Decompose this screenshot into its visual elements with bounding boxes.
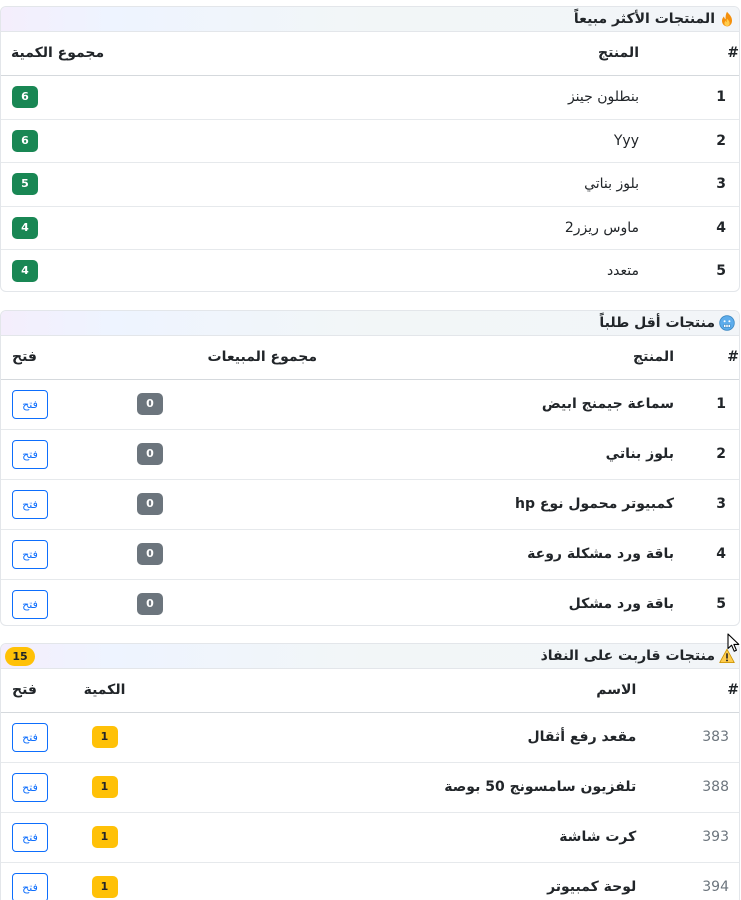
- col-total-qty: مجموع الكمية: [1, 32, 141, 76]
- sales-badge: 0: [137, 543, 163, 565]
- table-row: 383 مقعد رفع أثقال 1 فتح: [1, 712, 739, 763]
- product-name: باقة ورد مشكلة روعة: [317, 529, 704, 580]
- low-stock-title: منتجات قاربت على النفاذ: [540, 648, 715, 664]
- open-button[interactable]: فتح: [12, 822, 48, 852]
- rank-cell: 2: [704, 429, 739, 480]
- rank-cell: 4: [704, 529, 739, 580]
- low-stock-card: منتجات قاربت على النفاذ 15 # الاسم الكمي…: [0, 643, 740, 900]
- table-row: 4 باقة ورد مشكلة روعة 0 فتح: [1, 529, 739, 580]
- col-num: #: [704, 336, 739, 380]
- open-button[interactable]: فتح: [12, 539, 48, 569]
- open-button[interactable]: فتح: [12, 722, 48, 752]
- product-name: ماوس ريزر2: [141, 206, 704, 250]
- least-demanded-card: منتجات أقل طلباً # المنتج مجموع المبيعات…: [0, 310, 740, 626]
- product-name: بلوز بناتي: [141, 162, 704, 207]
- rank-cell: 1: [704, 379, 739, 430]
- rank-cell: 2: [704, 119, 739, 163]
- product-name: سماعة جيمنج ابيض: [317, 379, 704, 430]
- rank-cell: 5: [716, 262, 726, 279]
- least-demanded-header: منتجات أقل طلباً: [1, 311, 739, 336]
- product-name: لوحة كمبيوتر: [547, 879, 637, 896]
- qty-badge: 4: [12, 259, 38, 282]
- low-stock-count-badge: 15: [5, 646, 35, 666]
- product-id: 383: [702, 712, 739, 763]
- table-row: 388 تلفزيون سامسونج 50 بوصة 1 فتح: [1, 762, 739, 813]
- product-name: Yyy: [141, 119, 704, 163]
- rank-cell: 3: [704, 479, 739, 530]
- table-row: 2 بلوز بناتي 0 فتح: [1, 429, 739, 480]
- qty-badge: 1: [91, 776, 118, 798]
- table-row: 1 بنطلون جينز 6: [1, 75, 739, 120]
- col-num: #: [704, 32, 739, 76]
- table-row: 394 لوحة كمبيوتر 1 فتح: [1, 862, 739, 900]
- best-sellers-header: المنتجات الأكثر مبيعاً: [1, 7, 739, 32]
- least-demanded-title: منتجات أقل طلباً: [599, 315, 715, 331]
- table-row: 5 متعدد 4: [1, 249, 739, 291]
- best-sellers-table: # المنتج مجموع الكمية 1 بنطلون جينز 6 2 …: [1, 32, 739, 291]
- sales-badge: 0: [137, 443, 163, 465]
- col-product: المنتج: [317, 336, 704, 380]
- product-id: 394: [702, 879, 729, 896]
- product-name: كمبيوتر محمول نوع hp: [317, 479, 704, 530]
- low-stock-table: # الاسم الكمية فتح 383 مقعد رفع أثقال 1 …: [1, 669, 739, 900]
- table-row: 1 سماعة جيمنج ابيض 0 فتح: [1, 379, 739, 430]
- table-row: 3 كمبيوتر محمول نوع hp 0 فتح: [1, 479, 739, 530]
- col-qty: الكمية: [57, 669, 267, 713]
- product-id: 393: [702, 812, 739, 863]
- qty-badge: 1: [91, 726, 118, 748]
- rank-cell: 4: [704, 206, 739, 250]
- product-name: بلوز بناتي: [317, 429, 704, 480]
- open-button[interactable]: فتح: [12, 772, 48, 802]
- table-row: 3 بلوز بناتي 5: [1, 162, 739, 207]
- open-button[interactable]: فتح: [12, 489, 48, 519]
- table-row: 2 Yyy 6: [1, 119, 739, 163]
- table-row: 4 ماوس ريزر2 4: [1, 206, 739, 250]
- product-id: 388: [702, 762, 739, 813]
- sales-badge: 0: [137, 393, 163, 415]
- qty-badge: 6: [12, 86, 38, 108]
- qty-badge: 4: [12, 216, 38, 239]
- col-product: المنتج: [141, 32, 704, 76]
- qty-badge: 1: [91, 876, 118, 899]
- table-row: 393 كرت شاشة 1 فتح: [1, 812, 739, 863]
- sales-badge: 0: [137, 493, 163, 515]
- best-sellers-title: المنتجات الأكثر مبيعاً: [573, 11, 715, 27]
- col-qty-label: الكمية: [83, 682, 126, 699]
- qty-badge: 1: [91, 826, 118, 848]
- product-name: بنطلون جينز: [141, 75, 704, 120]
- product-name: مقعد رفع أثقال: [267, 712, 703, 763]
- product-name: تلفزيون سامسونج 50 بوصة: [267, 762, 703, 813]
- least-demanded-table: # المنتج مجموع المبيعات فتح 1 سماعة جيمن…: [1, 336, 739, 625]
- table-row: 5 باقة ورد مشكل 0 فتح: [1, 579, 739, 625]
- open-button[interactable]: فتح: [12, 439, 48, 469]
- qty-badge: 5: [12, 173, 38, 195]
- col-name: الاسم: [267, 669, 703, 713]
- open-button[interactable]: فتح: [12, 589, 48, 619]
- open-button[interactable]: فتح: [12, 389, 48, 419]
- product-name: متعدد: [606, 262, 639, 279]
- low-stock-header: منتجات قاربت على النفاذ 15: [1, 644, 739, 669]
- col-open: فتح: [1, 336, 57, 380]
- col-total-sales: مجموع المبيعات: [57, 336, 317, 380]
- product-name: كرت شاشة: [267, 812, 703, 863]
- open-button[interactable]: فتح: [12, 872, 48, 900]
- rank-cell: 3: [704, 162, 739, 207]
- sales-badge: 0: [137, 593, 163, 616]
- col-open: فتح: [1, 669, 57, 713]
- qty-badge: 6: [12, 129, 38, 152]
- rank-cell: 5: [716, 596, 726, 613]
- product-name: باقة ورد مشكل: [568, 596, 674, 613]
- best-sellers-card: المنتجات الأكثر مبيعاً # المنتج مجموع ال…: [0, 6, 740, 292]
- cold-face-icon: [719, 315, 735, 331]
- col-num: #: [702, 669, 739, 713]
- rank-cell: 1: [704, 75, 739, 120]
- mouse-cursor-icon: [727, 633, 740, 652]
- fire-icon: [722, 11, 732, 27]
